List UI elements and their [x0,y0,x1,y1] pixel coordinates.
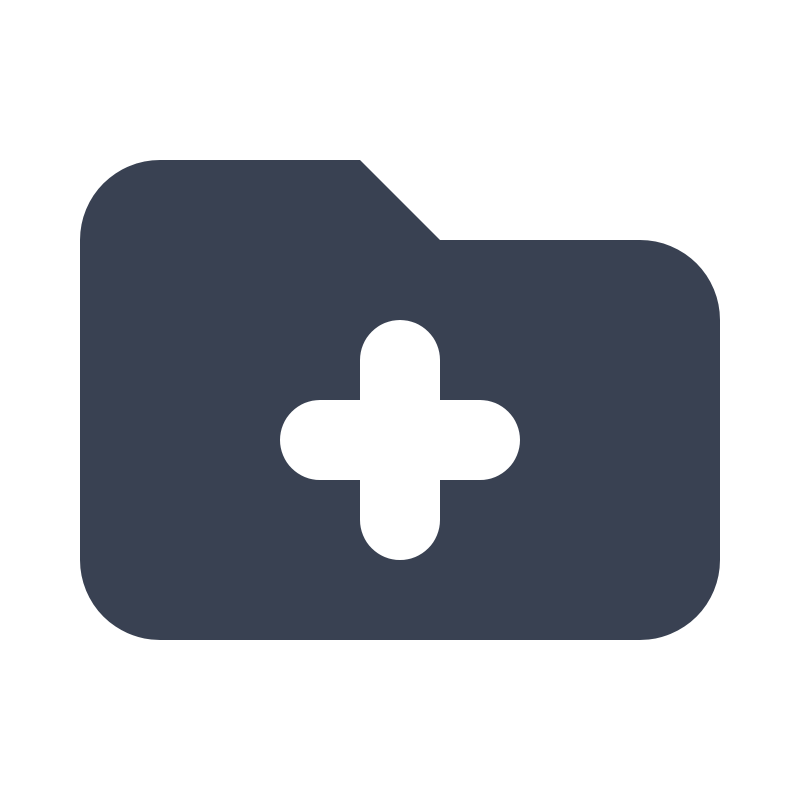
icon-canvas [0,0,800,800]
folder-add-icon[interactable] [0,0,800,800]
